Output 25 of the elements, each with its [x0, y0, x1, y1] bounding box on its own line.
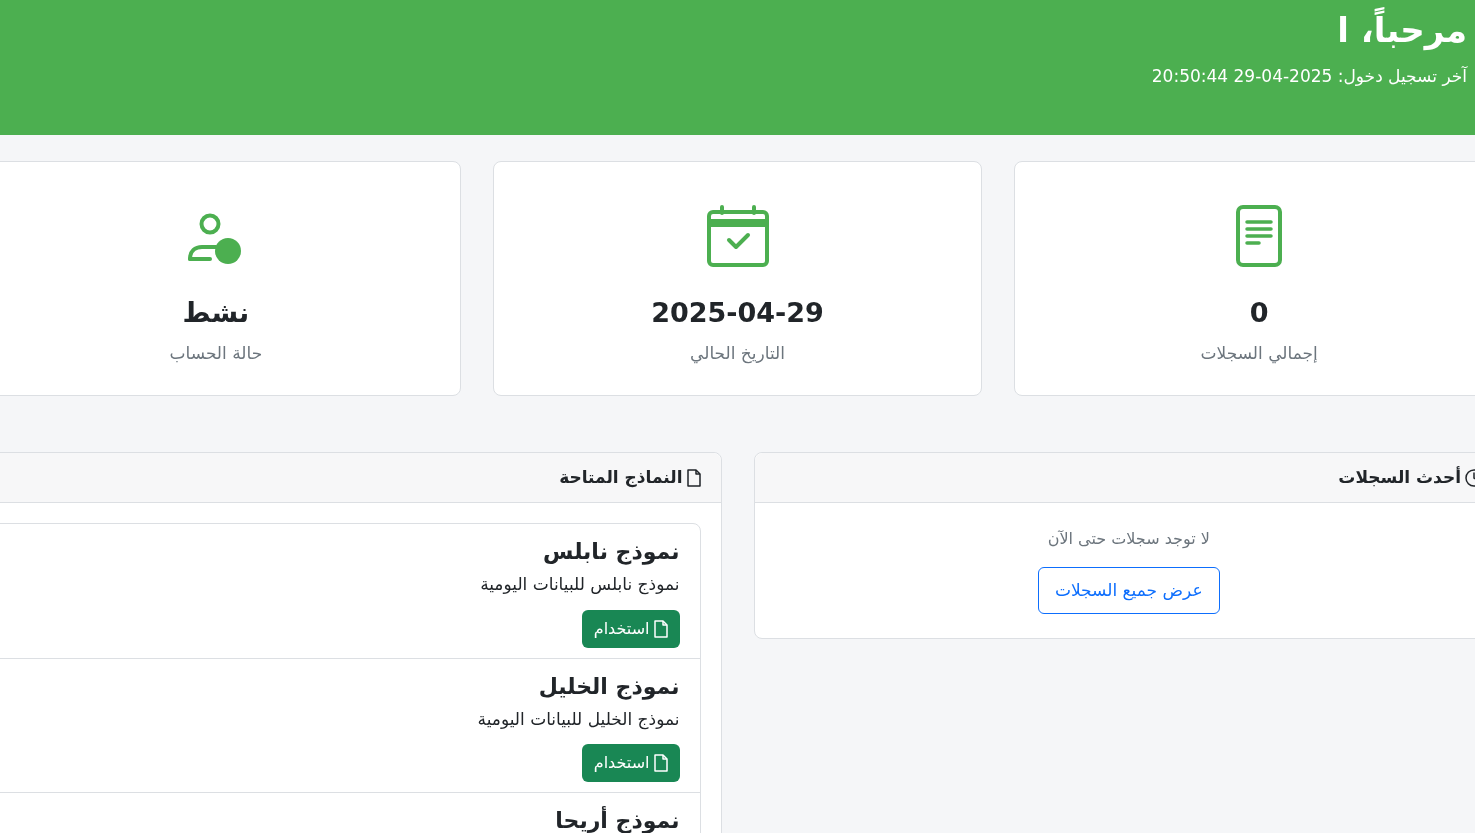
- stat-value: نشط: [182, 297, 250, 329]
- template-name: نموذج الخليل: [538, 672, 680, 702]
- user-status-icon: [187, 213, 244, 267]
- template-description: نموذج الخليل للبيانات اليومية: [477, 707, 680, 732]
- file-icon: [653, 619, 668, 638]
- calendar-check-icon: [706, 205, 769, 267]
- document-icon: [1236, 205, 1283, 267]
- panel-title: أحدث السجلات: [1338, 465, 1461, 489]
- document-icon: [686, 468, 701, 487]
- template-description: نموذج نابلس للبيانات اليومية: [480, 573, 680, 597]
- stat-value: 0: [1249, 297, 1269, 329]
- stat-label: إجمالي السجلات: [1200, 342, 1318, 366]
- empty-message: لا توجد سجلات حتى الآن: [1047, 528, 1210, 550]
- stat-label: التاريخ الحالي: [690, 342, 785, 366]
- welcome-title: مرحباً، ا: [8, 8, 1467, 52]
- file-icon: [653, 754, 668, 772]
- stat-value: 2025-04-29: [651, 297, 824, 329]
- panel-title: النماذج المتاحة: [559, 465, 683, 490]
- use-template-button[interactable]: استخدام: [581, 744, 680, 782]
- template-name: نموذج أريحا: [555, 805, 680, 833]
- use-template-button[interactable]: استخدام: [581, 609, 680, 648]
- stat-label: حالة الحساب: [169, 342, 263, 365]
- template-name: نموذج نابلس: [543, 538, 680, 567]
- last-login-text: آخر تسجيل دخول: 2025-04-29 20:50:44: [1150, 65, 1467, 88]
- view-all-records-button[interactable]: عرض جميع السجلات: [1037, 567, 1220, 614]
